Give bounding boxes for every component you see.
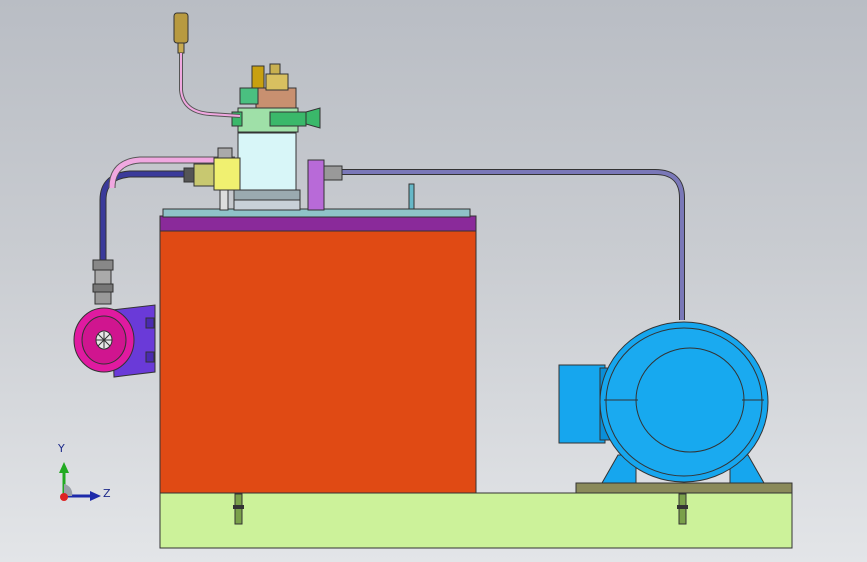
motor-mount-plate[interactable] [575,482,793,494]
triad-y-label: Y [58,442,65,455]
valve-handle[interactable] [305,107,321,129]
oil-tank[interactable] [159,229,477,494]
triad-z-label: Z [103,487,111,500]
breather [408,183,415,210]
pump-fitting[interactable] [92,259,114,305]
hydraulic-unit-model[interactable] [0,0,867,562]
pressure-gauge[interactable] [173,12,189,44]
base-bolt-right [677,493,688,525]
base-bolt-left [233,493,244,525]
solenoid-valve[interactable] [255,87,297,109]
tank-lid[interactable] [159,215,477,232]
return-filter[interactable] [307,159,325,211]
cad-viewport[interactable]: Y Z [0,0,867,562]
filter-housing[interactable] [237,132,297,196]
motor-end-cover[interactable] [635,347,745,453]
motor-terminal-box[interactable] [558,364,606,444]
base-plate[interactable] [159,492,793,549]
